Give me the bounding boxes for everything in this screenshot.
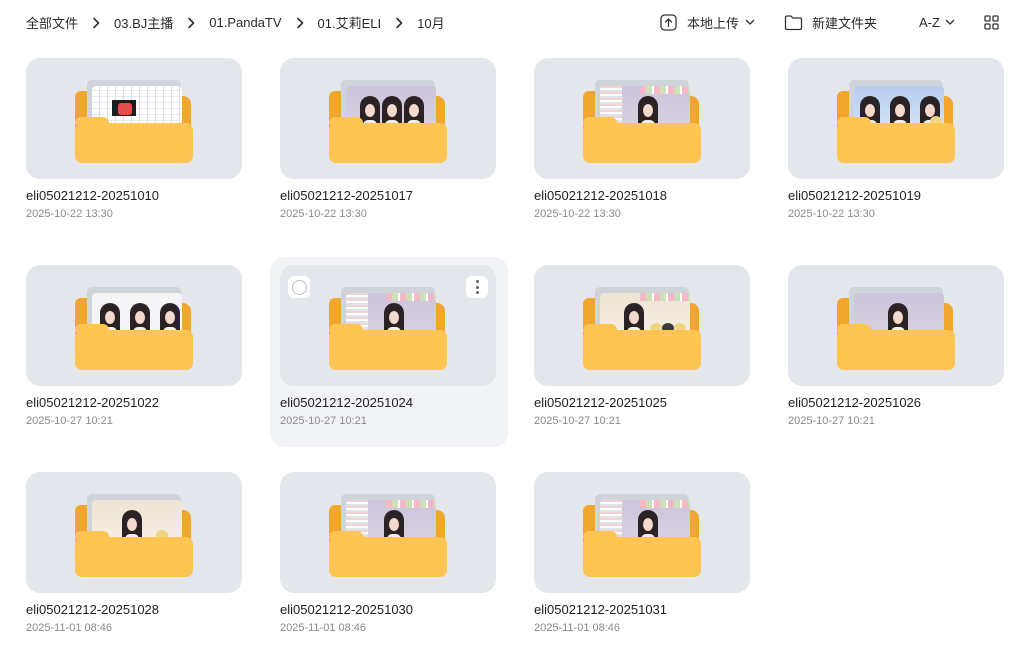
sort-label: A-Z	[919, 14, 940, 30]
folder-thumbnail	[788, 265, 1004, 386]
folder-date: 2025-10-22 13:30	[26, 208, 113, 220]
upload-icon	[660, 13, 677, 31]
folder-icon	[329, 284, 447, 370]
folder-card-eli05021212-20251028[interactable]: eli05021212-20251028 2025-11-01 08:46	[16, 464, 254, 654]
folder-date: 2025-10-27 10:21	[26, 415, 113, 427]
folder-thumbnail	[26, 265, 242, 386]
folder-date: 2025-11-01 08:46	[26, 622, 113, 634]
breadcrumb-item-eli[interactable]: 01.艾莉ELI	[318, 13, 382, 32]
sort-button[interactable]: A-Z	[919, 10, 955, 34]
folder-icon	[583, 77, 701, 163]
new-folder-icon	[784, 14, 803, 31]
folder-date: 2025-11-01 08:46	[534, 622, 621, 634]
folder-card-eli05021212-20251010[interactable]: eli05021212-20251010 2025-10-22 13:30	[16, 50, 254, 240]
folder-date: 2025-10-22 13:30	[280, 208, 367, 220]
folder-icon	[75, 77, 193, 163]
folder-thumbnail	[534, 265, 750, 386]
folder-thumbnail	[534, 58, 750, 179]
folder-date: 2025-10-27 10:21	[534, 415, 621, 427]
folder-icon	[583, 491, 701, 577]
folder-thumbnail	[26, 472, 242, 593]
folder-icon	[329, 77, 447, 163]
folder-card-eli05021212-20251031[interactable]: eli05021212-20251031 2025-11-01 08:46	[524, 464, 762, 654]
select-checkbox[interactable]	[288, 276, 310, 298]
folder-date: 2025-10-22 13:30	[788, 208, 875, 220]
chevron-right-icon	[381, 17, 417, 29]
breadcrumb-item-bj[interactable]: 03.BJ主播	[114, 13, 173, 32]
folder-icon	[75, 491, 193, 577]
folder-card-eli05021212-20251030[interactable]: eli05021212-20251030 2025-11-01 08:46	[270, 464, 508, 654]
folder-thumbnail	[26, 58, 242, 179]
folder-thumbnail	[280, 472, 496, 593]
chevron-down-icon	[745, 17, 755, 27]
folder-date: 2025-10-27 10:21	[788, 415, 875, 427]
folder-name: eli05021212-20251018	[534, 188, 668, 203]
folder-card-eli05021212-20251022[interactable]: eli05021212-20251022 2025-10-27 10:21	[16, 257, 254, 447]
upload-button[interactable]: 本地上传	[660, 10, 755, 34]
folder-icon	[583, 284, 701, 370]
circle-icon	[291, 279, 307, 295]
folder-card-eli05021212-20251017[interactable]: eli05021212-20251017 2025-10-22 13:30	[270, 50, 508, 240]
breadcrumb: 全部文件 03.BJ主播 01.PandaTV 01.艾莉ELI 10月	[26, 13, 445, 32]
breadcrumb-item-current: 10月	[417, 16, 445, 31]
folder-name: eli05021212-20251025	[534, 395, 668, 410]
more-vertical-icon	[475, 280, 479, 283]
folder-card-eli05021212-20251026[interactable]: eli05021212-20251026 2025-10-27 10:21	[778, 257, 1016, 447]
folder-icon	[329, 491, 447, 577]
chevron-right-icon	[282, 17, 318, 29]
breadcrumb-item-root[interactable]: 全部文件	[26, 13, 78, 32]
folder-thumbnail	[534, 472, 750, 593]
folder-name: eli05021212-20251022	[26, 395, 160, 410]
folder-date: 2025-10-27 10:21	[280, 415, 367, 427]
chevron-down-icon	[945, 17, 955, 27]
toolbar: 全部文件 03.BJ主播 01.PandaTV 01.艾莉ELI 10月 本地上…	[0, 0, 1024, 44]
folder-name: eli05021212-20251028	[26, 602, 160, 617]
chevron-right-icon	[173, 17, 209, 29]
more-options-button[interactable]	[466, 276, 488, 298]
folder-thumbnail	[280, 58, 496, 179]
new-folder-label: 新建文件夹	[812, 15, 878, 31]
view-toggle-button[interactable]	[984, 10, 999, 34]
folder-icon	[837, 284, 955, 370]
grid-view-icon	[984, 14, 999, 30]
folder-name: eli05021212-20251017	[280, 188, 414, 203]
folder-card-eli05021212-20251019[interactable]: eli05021212-20251019 2025-10-22 13:30	[778, 50, 1016, 240]
folder-date: 2025-10-22 13:30	[534, 208, 621, 220]
folder-name: eli05021212-20251010	[26, 188, 160, 203]
folder-name: eli05021212-20251019	[788, 188, 922, 203]
folder-name: eli05021212-20251026	[788, 395, 922, 410]
folder-card-eli05021212-20251024[interactable]: eli05021212-20251024 2025-10-27 10:21	[270, 257, 508, 447]
new-folder-button[interactable]: 新建文件夹	[784, 10, 877, 34]
folder-icon	[837, 77, 955, 163]
upload-label: 本地上传	[687, 15, 740, 31]
folder-card-eli05021212-20251025[interactable]: eli05021212-20251025 2025-10-27 10:21	[524, 257, 762, 447]
folder-icon	[75, 284, 193, 370]
folder-card-eli05021212-20251018[interactable]: eli05021212-20251018 2025-10-22 13:30	[524, 50, 762, 240]
folder-name: eli05021212-20251030	[280, 602, 414, 617]
folder-date: 2025-11-01 08:46	[280, 622, 367, 634]
folder-name: eli05021212-20251024	[280, 395, 414, 410]
chevron-right-icon	[78, 17, 114, 29]
folder-thumbnail	[280, 265, 496, 386]
breadcrumb-item-pandatv[interactable]: 01.PandaTV	[209, 15, 281, 30]
folder-name: eli05021212-20251031	[534, 602, 668, 617]
folder-thumbnail	[788, 58, 1004, 179]
